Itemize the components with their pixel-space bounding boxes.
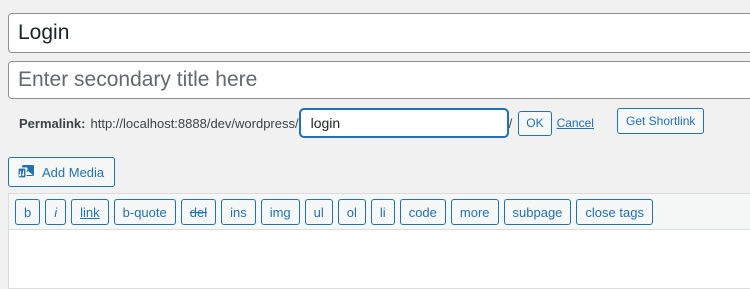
content-editor-textarea[interactable] — [8, 229, 750, 289]
qt-subpage-button[interactable]: subpage — [503, 199, 572, 225]
permalink-trailing-slash: / — [508, 115, 513, 131]
qt-italic-button[interactable]: i — [45, 199, 67, 225]
qt-ol-button[interactable]: ol — [337, 199, 366, 225]
permalink-slug-input[interactable] — [299, 109, 508, 137]
secondary-title-input[interactable] — [8, 61, 750, 99]
add-media-button[interactable]: Add Media — [8, 157, 116, 187]
qt-img-button[interactable]: img — [260, 199, 300, 225]
qt-code-button[interactable]: code — [399, 199, 446, 225]
qt-bold-button[interactable]: b — [15, 199, 41, 225]
qt-li-button[interactable]: li — [370, 199, 395, 225]
permalink-base-url: http://localhost:8888/dev/wordpress/ — [90, 115, 299, 131]
qt-close-tags-button[interactable]: close tags — [576, 199, 653, 225]
qt-del-button[interactable]: del — [180, 199, 217, 225]
permalink-ok-button[interactable]: OK — [518, 110, 552, 136]
permalink-row: Permalink: http://localhost:8888/dev/wor… — [19, 108, 594, 138]
qt-link-button[interactable]: link — [71, 199, 109, 225]
add-media-label: Add Media — [42, 164, 105, 180]
permalink-cancel-link[interactable]: Cancel — [557, 116, 594, 130]
quicktags-toolbar: b i link b-quote del ins img ul ol li co… — [8, 193, 750, 229]
qt-ul-button[interactable]: ul — [304, 199, 333, 225]
get-shortlink-button[interactable]: Get Shortlink — [617, 108, 705, 134]
post-title-input[interactable] — [8, 13, 750, 53]
qt-ins-button[interactable]: ins — [221, 199, 256, 225]
qt-blockquote-button[interactable]: b-quote — [113, 199, 176, 225]
qt-more-button[interactable]: more — [450, 199, 499, 225]
permalink-label: Permalink: — [19, 115, 86, 131]
add-media-icon — [17, 164, 35, 180]
